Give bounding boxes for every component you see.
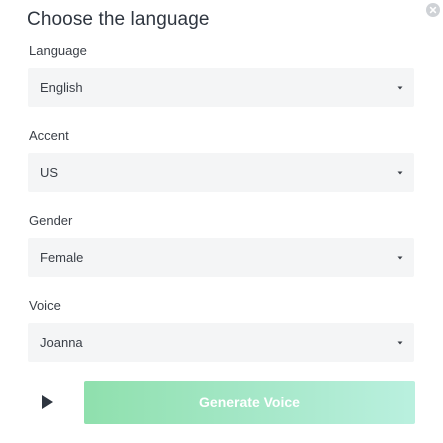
gender-select[interactable]: Female [28, 238, 414, 277]
gender-select-value: Female [40, 250, 84, 265]
language-label: Language [29, 43, 87, 58]
generate-voice-button[interactable]: Generate Voice [84, 381, 415, 424]
voice-select[interactable]: Joanna [28, 323, 414, 362]
voice-select-value: Joanna [40, 335, 83, 350]
chevron-down-icon [397, 341, 403, 345]
play-button[interactable] [28, 382, 68, 422]
gender-label: Gender [29, 213, 73, 228]
chevron-down-icon [397, 171, 403, 175]
close-icon [429, 6, 437, 14]
dialog-title: Choose the language [27, 9, 210, 30]
accent-select-value: US [40, 165, 59, 180]
chevron-down-icon [397, 256, 403, 260]
close-button[interactable] [426, 3, 440, 17]
language-select-value: English [40, 80, 83, 95]
accent-select[interactable]: US [28, 153, 414, 192]
language-dialog: Choose the language Language English Acc… [0, 0, 443, 443]
accent-label: Accent [29, 128, 69, 143]
play-icon [42, 395, 53, 409]
voice-label: Voice [29, 298, 61, 313]
language-select[interactable]: English [28, 68, 414, 107]
chevron-down-icon [397, 86, 403, 90]
